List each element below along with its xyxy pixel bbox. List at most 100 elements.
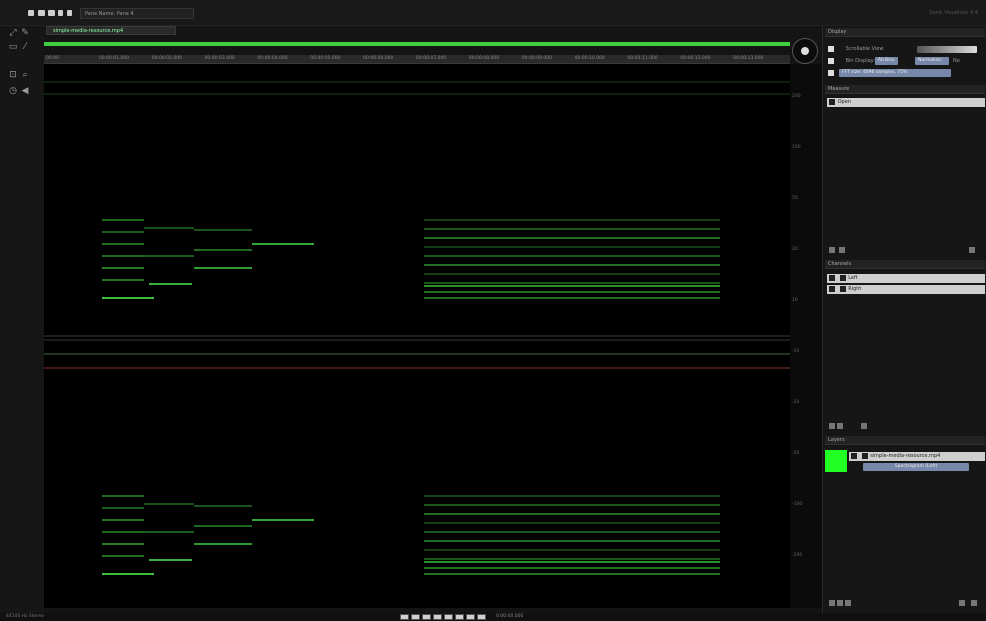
rewind-button[interactable] [411, 614, 420, 620]
ruler-label: 00:00:05.000 [310, 56, 341, 61]
layer-colour-swatch[interactable] [825, 450, 847, 472]
status-text: 44100 Hz Stereo [6, 614, 44, 619]
channels-panel-title: Channels [825, 260, 985, 269]
scrollable-label: Scrollable View [845, 46, 884, 52]
loop-button[interactable] [466, 614, 475, 620]
gain-slider[interactable] [917, 46, 977, 53]
bottom-icon-d[interactable] [959, 600, 965, 606]
channel-left-row[interactable]: Left [827, 274, 985, 283]
layer-icon-c[interactable] [861, 423, 867, 429]
rewind-start-button[interactable] [400, 614, 409, 620]
draw-tool-icon[interactable]: ⁄ [20, 42, 30, 52]
ruler-label: 00:00:09.000 [521, 56, 552, 61]
measure-open-row[interactable]: Open [827, 98, 985, 107]
tool-bar: ⤢ ✎ ▭ ⁄ ⊡ ⌕ ◷ ◀ [0, 26, 44, 613]
ruler-label: 00:00:13.000 [733, 56, 764, 61]
ruler-label: 00:00:01.000 [98, 56, 130, 61]
overview-bar[interactable] [44, 42, 790, 46]
play-time-readout: 0:00:00.000 [496, 614, 524, 619]
stop-button[interactable] [477, 614, 486, 620]
frequency-tick: 20 [792, 247, 798, 252]
layer-icon-a[interactable] [829, 423, 835, 429]
colour-checkbox[interactable] [828, 70, 834, 76]
pencil-tool-icon[interactable]: ✎ [20, 28, 30, 38]
layers-panel-title: Layers [825, 436, 985, 445]
layer-icon-b[interactable] [837, 423, 843, 429]
pane-name-label: Pane Name: Pane 4 [80, 8, 194, 19]
frequency-tick: 50 [792, 196, 798, 201]
channel-left-label: Left [848, 275, 858, 281]
display-panel-title: Display [825, 28, 985, 37]
spectrogram-view[interactable] [44, 64, 790, 608]
property-sidebar: Display Scrollable View Bin Display: All… [822, 26, 986, 613]
menu-button[interactable] [28, 10, 34, 16]
ruler-label: 00:00:02.000 [151, 56, 182, 61]
measure-tool-icon[interactable]: ⊡ [8, 70, 18, 80]
time-ruler[interactable]: 00:00 00:00:01.000 00:00:02.000 00:00:03.00… [44, 55, 790, 64]
scrollable-checkbox[interactable] [828, 46, 834, 52]
save-button[interactable] [58, 10, 63, 16]
open-button[interactable] [48, 10, 55, 16]
frequency-tick: 10 [792, 298, 798, 303]
channel-left-play-icon[interactable] [829, 275, 835, 281]
ffwd-end-button[interactable] [444, 614, 453, 620]
zoom-tool-icon[interactable]: ⌕ [20, 70, 30, 80]
spectrogram-canvas [44, 81, 790, 575]
normalize-label: Normalize: [915, 57, 949, 65]
speaker-tool-icon[interactable]: ◀ [20, 86, 30, 96]
title-bar: Pane Name: Pane 4 Sonic Visualiser 4.4 [0, 0, 986, 26]
clock-tool-icon[interactable]: ◷ [8, 86, 18, 96]
measure-panel-title: Measure [825, 85, 985, 94]
bottom-icon-c[interactable] [845, 600, 851, 606]
export-button[interactable] [67, 10, 72, 16]
folder-icon [829, 99, 835, 105]
frequency-tick: 200 [792, 94, 801, 99]
ruler-label: 00:00:06.000 [363, 56, 394, 61]
ruler-label: 00:00:03.000 [204, 56, 235, 61]
select-tool-icon[interactable]: ▭ [8, 42, 18, 52]
layer-play-icon[interactable] [851, 453, 857, 459]
bottom-icon-a[interactable] [829, 600, 835, 606]
file-tab[interactable]: simple-media-resource.mp4 [46, 26, 176, 35]
app-title: Sonic Visualiser 4.4 [929, 10, 978, 16]
bottom-icon-e[interactable] [971, 600, 977, 606]
frequency-tick: -10 [792, 349, 800, 354]
frequency-tick: 100 [792, 145, 801, 150]
ffwd-button[interactable] [433, 614, 442, 620]
channel-left-mute-icon[interactable] [839, 275, 846, 281]
fft-size-select[interactable]: FFT size: 4096 samples, 75% [839, 69, 951, 77]
channel-right-play-icon[interactable] [829, 286, 835, 292]
panel-icon-b[interactable] [839, 247, 845, 253]
paint-icon[interactable] [969, 247, 975, 253]
frequency-tick: -100 [792, 502, 803, 507]
ruler-label: 00:00:12.000 [680, 56, 711, 61]
navigation-dial[interactable] [792, 38, 818, 64]
play-button[interactable] [422, 614, 431, 620]
frequency-tick: -20 [792, 400, 800, 405]
bottom-icon-b[interactable] [837, 600, 843, 606]
ruler-label: 00:00:08.000 [468, 56, 500, 61]
layer-sub-label[interactable]: Spectrogram (Left) [863, 463, 969, 471]
ruler-label: 00:00:07.000 [416, 56, 447, 61]
record-button[interactable] [455, 614, 464, 620]
ruler-label: 00:00:11.000 [627, 56, 658, 61]
status-bar: 44100 Hz Stereo 0:00:00.000 [0, 613, 986, 621]
channel-right-row[interactable]: Right [827, 285, 985, 294]
frequency-tick: -200 [792, 553, 803, 558]
ruler-label: 00:00:10.000 [574, 56, 605, 61]
frequency-scale: 200 100 50 20 10 -10 -20 -50 -100 -200 [790, 64, 822, 608]
channel-right-label: Right [848, 286, 862, 292]
channel-right-mute-icon[interactable] [839, 286, 846, 292]
bin-display-select[interactable]: All Bins [875, 57, 898, 65]
bin-display-label: Bin Display: [845, 58, 875, 64]
navigate-tool-icon[interactable]: ⤢ [8, 28, 18, 38]
panel-icon-a[interactable] [829, 247, 835, 253]
layer-row[interactable]: simple-media-resource.mp4 [849, 452, 985, 461]
bin-checkbox[interactable] [828, 58, 834, 64]
normalize-value[interactable]: No [953, 57, 983, 66]
ruler-label: 00:00:04.000 [257, 56, 288, 61]
ruler-label: 00:00 [46, 56, 59, 61]
layer-show-icon[interactable] [861, 453, 868, 459]
new-button[interactable] [38, 10, 45, 16]
layer-name: simple-media-resource.mp4 [870, 453, 941, 459]
